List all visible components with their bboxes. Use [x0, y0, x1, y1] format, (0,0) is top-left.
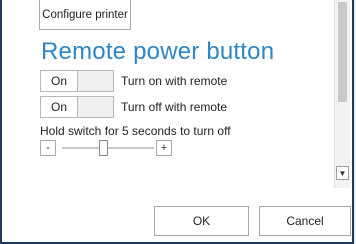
configure-printer-button[interactable]: Configure printer: [39, 0, 131, 30]
ok-button[interactable]: OK: [154, 206, 249, 236]
turn-on-toggle-track: [78, 71, 113, 91]
printer-settings-dialog: Configure printer Remote power button On…: [0, 0, 354, 244]
turn-off-toggle[interactable]: On: [40, 96, 114, 118]
turn-on-toggle-value: On: [41, 71, 78, 91]
scroll-down-arrow-icon[interactable]: ▼: [336, 166, 349, 180]
decrease-button[interactable]: -: [40, 140, 56, 156]
increase-button[interactable]: +: [156, 140, 172, 156]
turn-off-toggle-track: [78, 97, 113, 117]
turn-on-toggle[interactable]: On: [40, 70, 114, 92]
hold-slider-thumb[interactable]: [98, 140, 108, 156]
turn-off-label: Turn off with remote: [121, 100, 228, 114]
hold-duration-label: Hold switch for 5 seconds to turn off: [40, 124, 231, 138]
scrollbar-thumb[interactable]: [338, 2, 347, 102]
section-title: Remote power button: [41, 38, 275, 65]
turn-on-label: Turn on with remote: [121, 74, 228, 88]
turn-off-toggle-value: On: [41, 97, 78, 117]
hold-slider-track[interactable]: [62, 147, 154, 149]
vertical-scrollbar[interactable]: ▼: [334, 0, 350, 188]
settings-content: Configure printer Remote power button On…: [2, 0, 334, 188]
cancel-button[interactable]: Cancel: [259, 206, 351, 236]
